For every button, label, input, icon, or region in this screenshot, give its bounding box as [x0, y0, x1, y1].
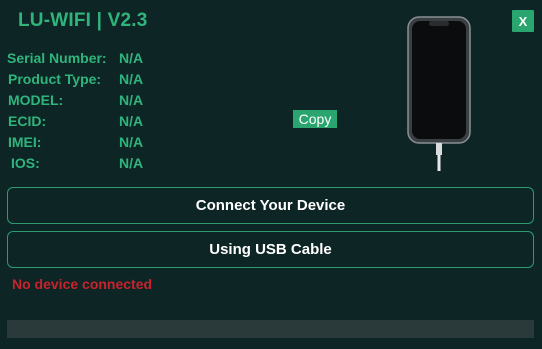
usb-cable-button[interactable]: Using USB Cable: [7, 231, 534, 268]
ecid-label: ECID:: [8, 113, 47, 129]
ios-label: IOS:: [11, 155, 40, 171]
ecid-value: N/A: [119, 113, 144, 129]
product-type-value: N/A: [119, 71, 144, 87]
copy-button[interactable]: Copy: [293, 110, 337, 128]
close-button[interactable]: X: [512, 10, 534, 32]
ios-value: N/A: [119, 155, 144, 171]
smartphone-with-cable-icon: [407, 16, 471, 171]
model-label: MODEL:: [8, 92, 64, 108]
model-value: N/A: [119, 92, 144, 108]
progress-bar: [7, 320, 534, 338]
serial-number-value: N/A: [119, 50, 144, 66]
product-type-label: Product Type:: [8, 71, 102, 87]
imei-label: IMEI:: [8, 134, 42, 150]
imei-value: N/A: [119, 134, 144, 150]
connection-status-text: No device connected: [12, 276, 153, 292]
connect-device-button[interactable]: Connect Your Device: [7, 187, 534, 224]
app-title: LU-WIFI | V2.3: [18, 10, 148, 31]
serial-number-label: Serial Number:: [7, 50, 107, 66]
